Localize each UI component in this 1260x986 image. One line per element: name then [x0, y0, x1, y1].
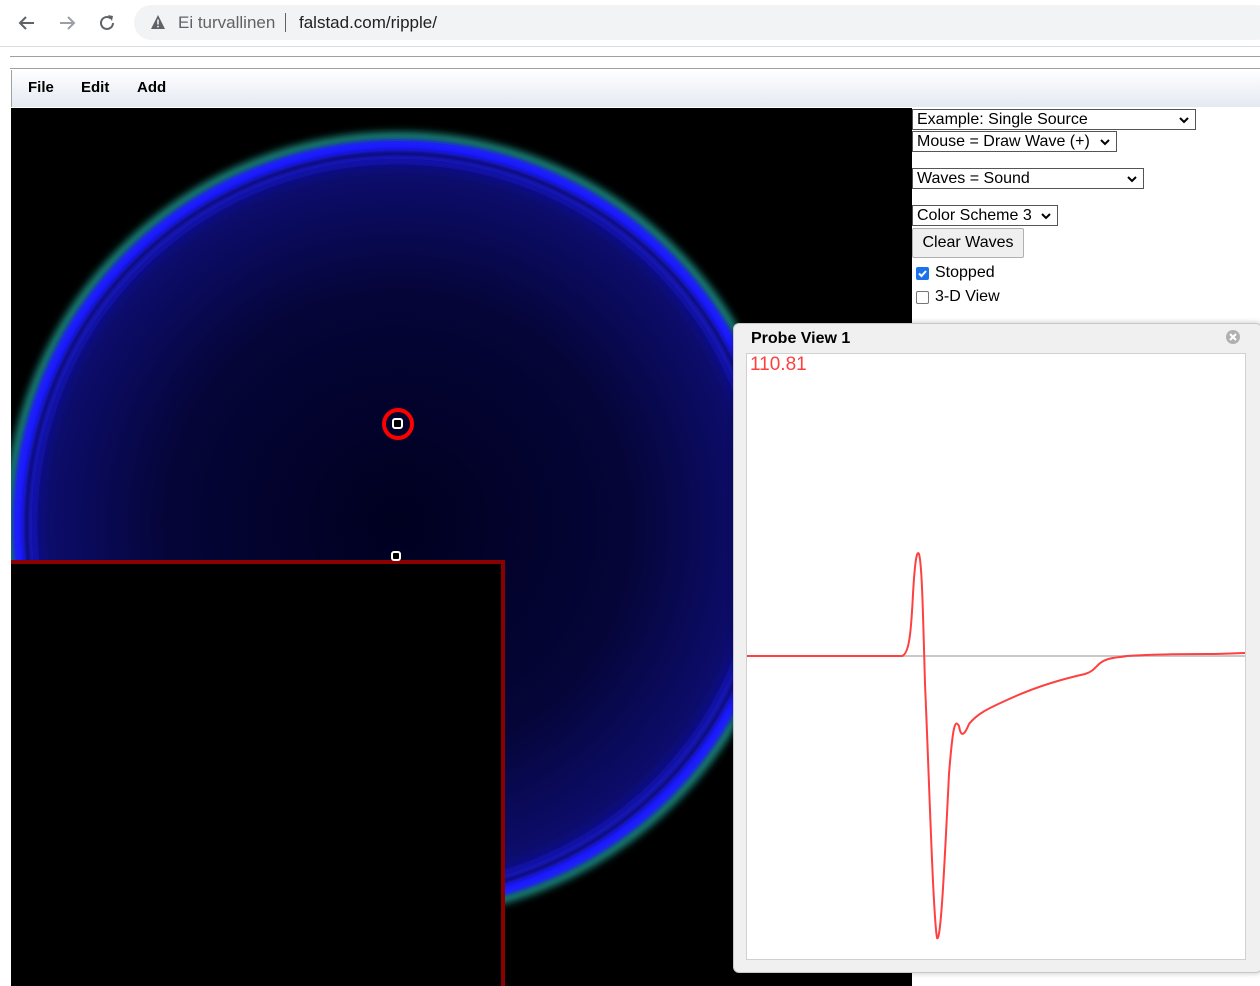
page-divider: [10, 68, 1260, 69]
probe-plot: 110.81: [746, 353, 1246, 960]
chevron-down-icon: [1041, 212, 1051, 219]
stopped-label: Stopped: [935, 264, 995, 281]
probe-window[interactable]: Probe View 1 110.81: [733, 323, 1260, 973]
probe-trace: [747, 552, 1245, 940]
security-label[interactable]: Ei turvallinen: [178, 13, 275, 33]
reload-icon: [100, 15, 114, 30]
browser-toolbar: Ei turvallinen falstad.com/ripple/: [0, 0, 1260, 47]
menu-add[interactable]: Add: [137, 79, 166, 96]
chevron-down-icon: [1179, 116, 1189, 123]
mouse-mode-select[interactable]: Mouse = Draw Wave (+): [912, 131, 1117, 152]
checkmark-icon: [918, 269, 927, 277]
forward-button[interactable]: [52, 8, 82, 38]
probe-title: Probe View 1: [751, 330, 851, 347]
chevron-down-icon: [1127, 175, 1137, 182]
back-button[interactable]: [12, 8, 42, 38]
warning-icon[interactable]: [150, 14, 166, 30]
reload-button[interactable]: [92, 8, 122, 38]
example-select-value: Example: Single Source: [917, 111, 1088, 128]
view3d-label: 3-D View: [935, 288, 1000, 305]
close-icon[interactable]: [1225, 329, 1241, 345]
probe-graph: [747, 552, 1245, 940]
color-scheme-value: Color Scheme 3: [917, 207, 1032, 224]
page-divider: [10, 56, 1260, 57]
url-separator: [285, 13, 286, 32]
clear-waves-button[interactable]: Clear Waves: [912, 228, 1024, 258]
mouse-mode-value: Mouse = Draw Wave (+): [917, 133, 1090, 150]
example-select[interactable]: Example: Single Source: [912, 109, 1196, 130]
menu-file[interactable]: File: [28, 79, 54, 96]
menu-bar: File Edit Add: [11, 70, 1260, 107]
probe-point[interactable]: [391, 551, 401, 561]
back-arrow-icon: [18, 16, 34, 30]
view3d-checkbox-row[interactable]: 3-D View: [916, 288, 1000, 306]
stopped-checkbox-row[interactable]: Stopped: [916, 264, 995, 282]
view3d-checkbox[interactable]: [916, 290, 929, 304]
chevron-down-icon: [1100, 138, 1110, 145]
wall-region[interactable]: [11, 560, 505, 986]
waves-value: Waves = Sound: [917, 170, 1030, 187]
url-text[interactable]: falstad.com/ripple/: [299, 13, 437, 33]
stopped-checkbox[interactable]: [916, 266, 929, 280]
menu-edit[interactable]: Edit: [81, 79, 109, 96]
color-scheme-select[interactable]: Color Scheme 3: [912, 205, 1058, 226]
waves-select[interactable]: Waves = Sound: [912, 168, 1144, 189]
forward-arrow-icon: [60, 16, 76, 30]
probe-value: 110.81: [750, 354, 807, 375]
address-bar[interactable]: Ei turvallinen falstad.com/ripple/: [134, 5, 1260, 40]
